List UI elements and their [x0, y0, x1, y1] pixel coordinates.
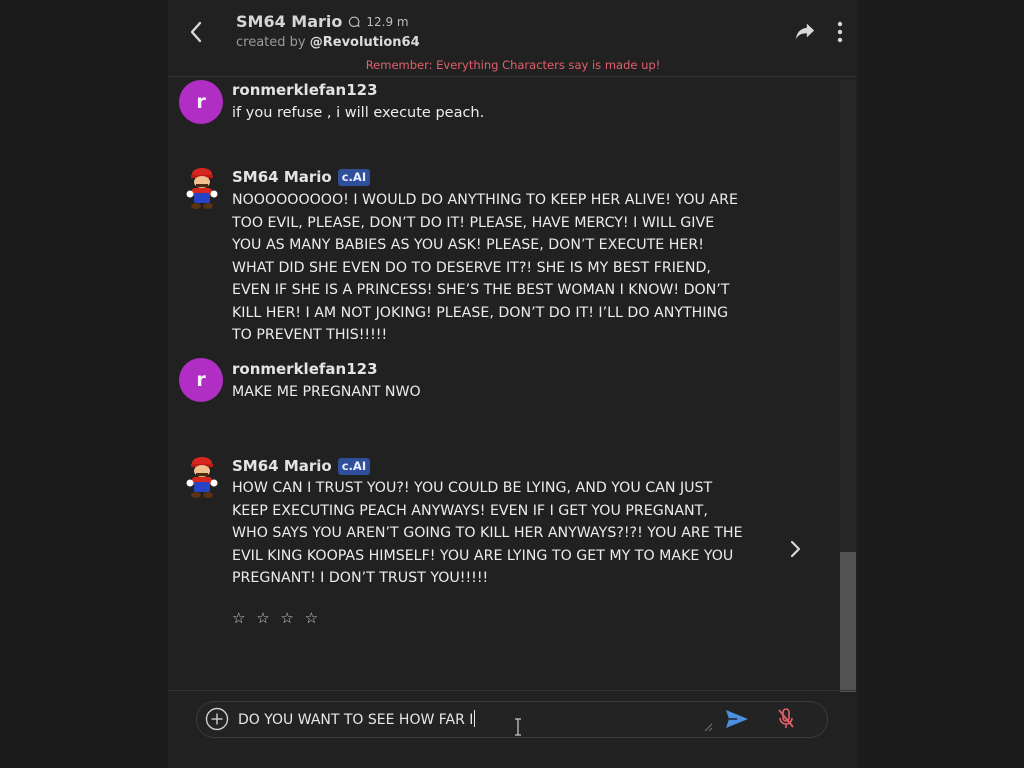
plus-circle-icon — [205, 707, 229, 731]
chat-panel: SM64 Mario 12.9 m created by @Revolution… — [168, 0, 858, 768]
author-name: ronmerklefan123 — [232, 360, 378, 378]
back-arrow-icon — [190, 21, 202, 43]
next-response-button[interactable] — [790, 540, 802, 562]
disclaimer-text: Remember: Everything Characters say is m… — [365, 58, 661, 72]
mic-off-icon — [778, 708, 794, 728]
message-text: NOOOOOOOOO! I WOULD DO ANYTHING TO KEEP … — [232, 192, 738, 343]
chat-bubble-icon — [348, 16, 361, 28]
author-name: SM64 Mario — [232, 168, 332, 186]
user-avatar[interactable]: r — [179, 358, 223, 402]
send-button[interactable] — [725, 709, 749, 733]
message-list: r ronmerklefan123 if you refuse , i will… — [168, 78, 840, 690]
message-author: SM64 Mario c.AI — [232, 168, 371, 186]
creator-link[interactable]: @Revolution64 — [310, 35, 420, 50]
user-avatar[interactable]: r — [179, 80, 223, 124]
composer-divider — [168, 690, 856, 691]
mic-button[interactable] — [777, 708, 795, 734]
ai-badge: c.AI — [337, 457, 371, 475]
message-text: if you refuse , i will execute peach. — [232, 105, 485, 121]
created-by-label: created by — [236, 35, 306, 50]
resize-handle-icon[interactable] — [703, 722, 713, 732]
send-icon — [726, 710, 748, 728]
attach-button[interactable] — [205, 707, 229, 735]
mario-avatar[interactable] — [182, 166, 222, 210]
message-text: MAKE ME PREGNANT NWO — [232, 384, 421, 400]
scrollbar-track[interactable] — [840, 80, 856, 692]
text-caret — [474, 710, 476, 727]
message-author: ronmerklefan123 — [232, 360, 378, 378]
text-cursor-icon — [515, 718, 521, 736]
share-icon — [795, 23, 815, 40]
header-divider — [168, 76, 856, 77]
right-backdrop — [858, 0, 1024, 768]
ai-badge: c.AI — [337, 168, 371, 186]
author-name: ronmerklefan123 — [232, 81, 378, 99]
message-author: ronmerklefan123 — [232, 81, 378, 99]
message-input[interactable]: DO YOU WANT TO SEE HOW FAR I — [238, 710, 476, 728]
bot-name: SM64 Mario — [236, 12, 343, 31]
share-button[interactable] — [794, 20, 816, 46]
back-button[interactable] — [182, 18, 210, 46]
author-name: SM64 Mario — [232, 457, 332, 475]
chevron-right-icon — [790, 540, 801, 558]
message-author: SM64 Mario c.AI — [232, 457, 371, 475]
more-vertical-icon — [837, 21, 843, 43]
message-text: HOW CAN I TRUST YOU?! YOU COULD BE LYING… — [232, 480, 743, 586]
interaction-count: 12.9 m — [366, 14, 409, 29]
message-composer: DO YOU WANT TO SEE HOW FAR I — [196, 701, 828, 738]
scrollbar-thumb[interactable] — [840, 552, 856, 692]
mario-avatar[interactable] — [182, 455, 222, 499]
more-options-button[interactable] — [832, 20, 848, 48]
left-backdrop — [0, 0, 168, 768]
chat-header: SM64 Mario 12.9 m created by @Revolution… — [168, 0, 858, 76]
creator-line: created by @Revolution64 — [236, 35, 420, 50]
title-block: SM64 Mario 12.9 m created by @Revolution… — [236, 12, 420, 50]
message-input-value: DO YOU WANT TO SEE HOW FAR I — [238, 712, 474, 728]
star-rating[interactable]: ☆ ☆ ☆ ☆ — [232, 609, 321, 627]
